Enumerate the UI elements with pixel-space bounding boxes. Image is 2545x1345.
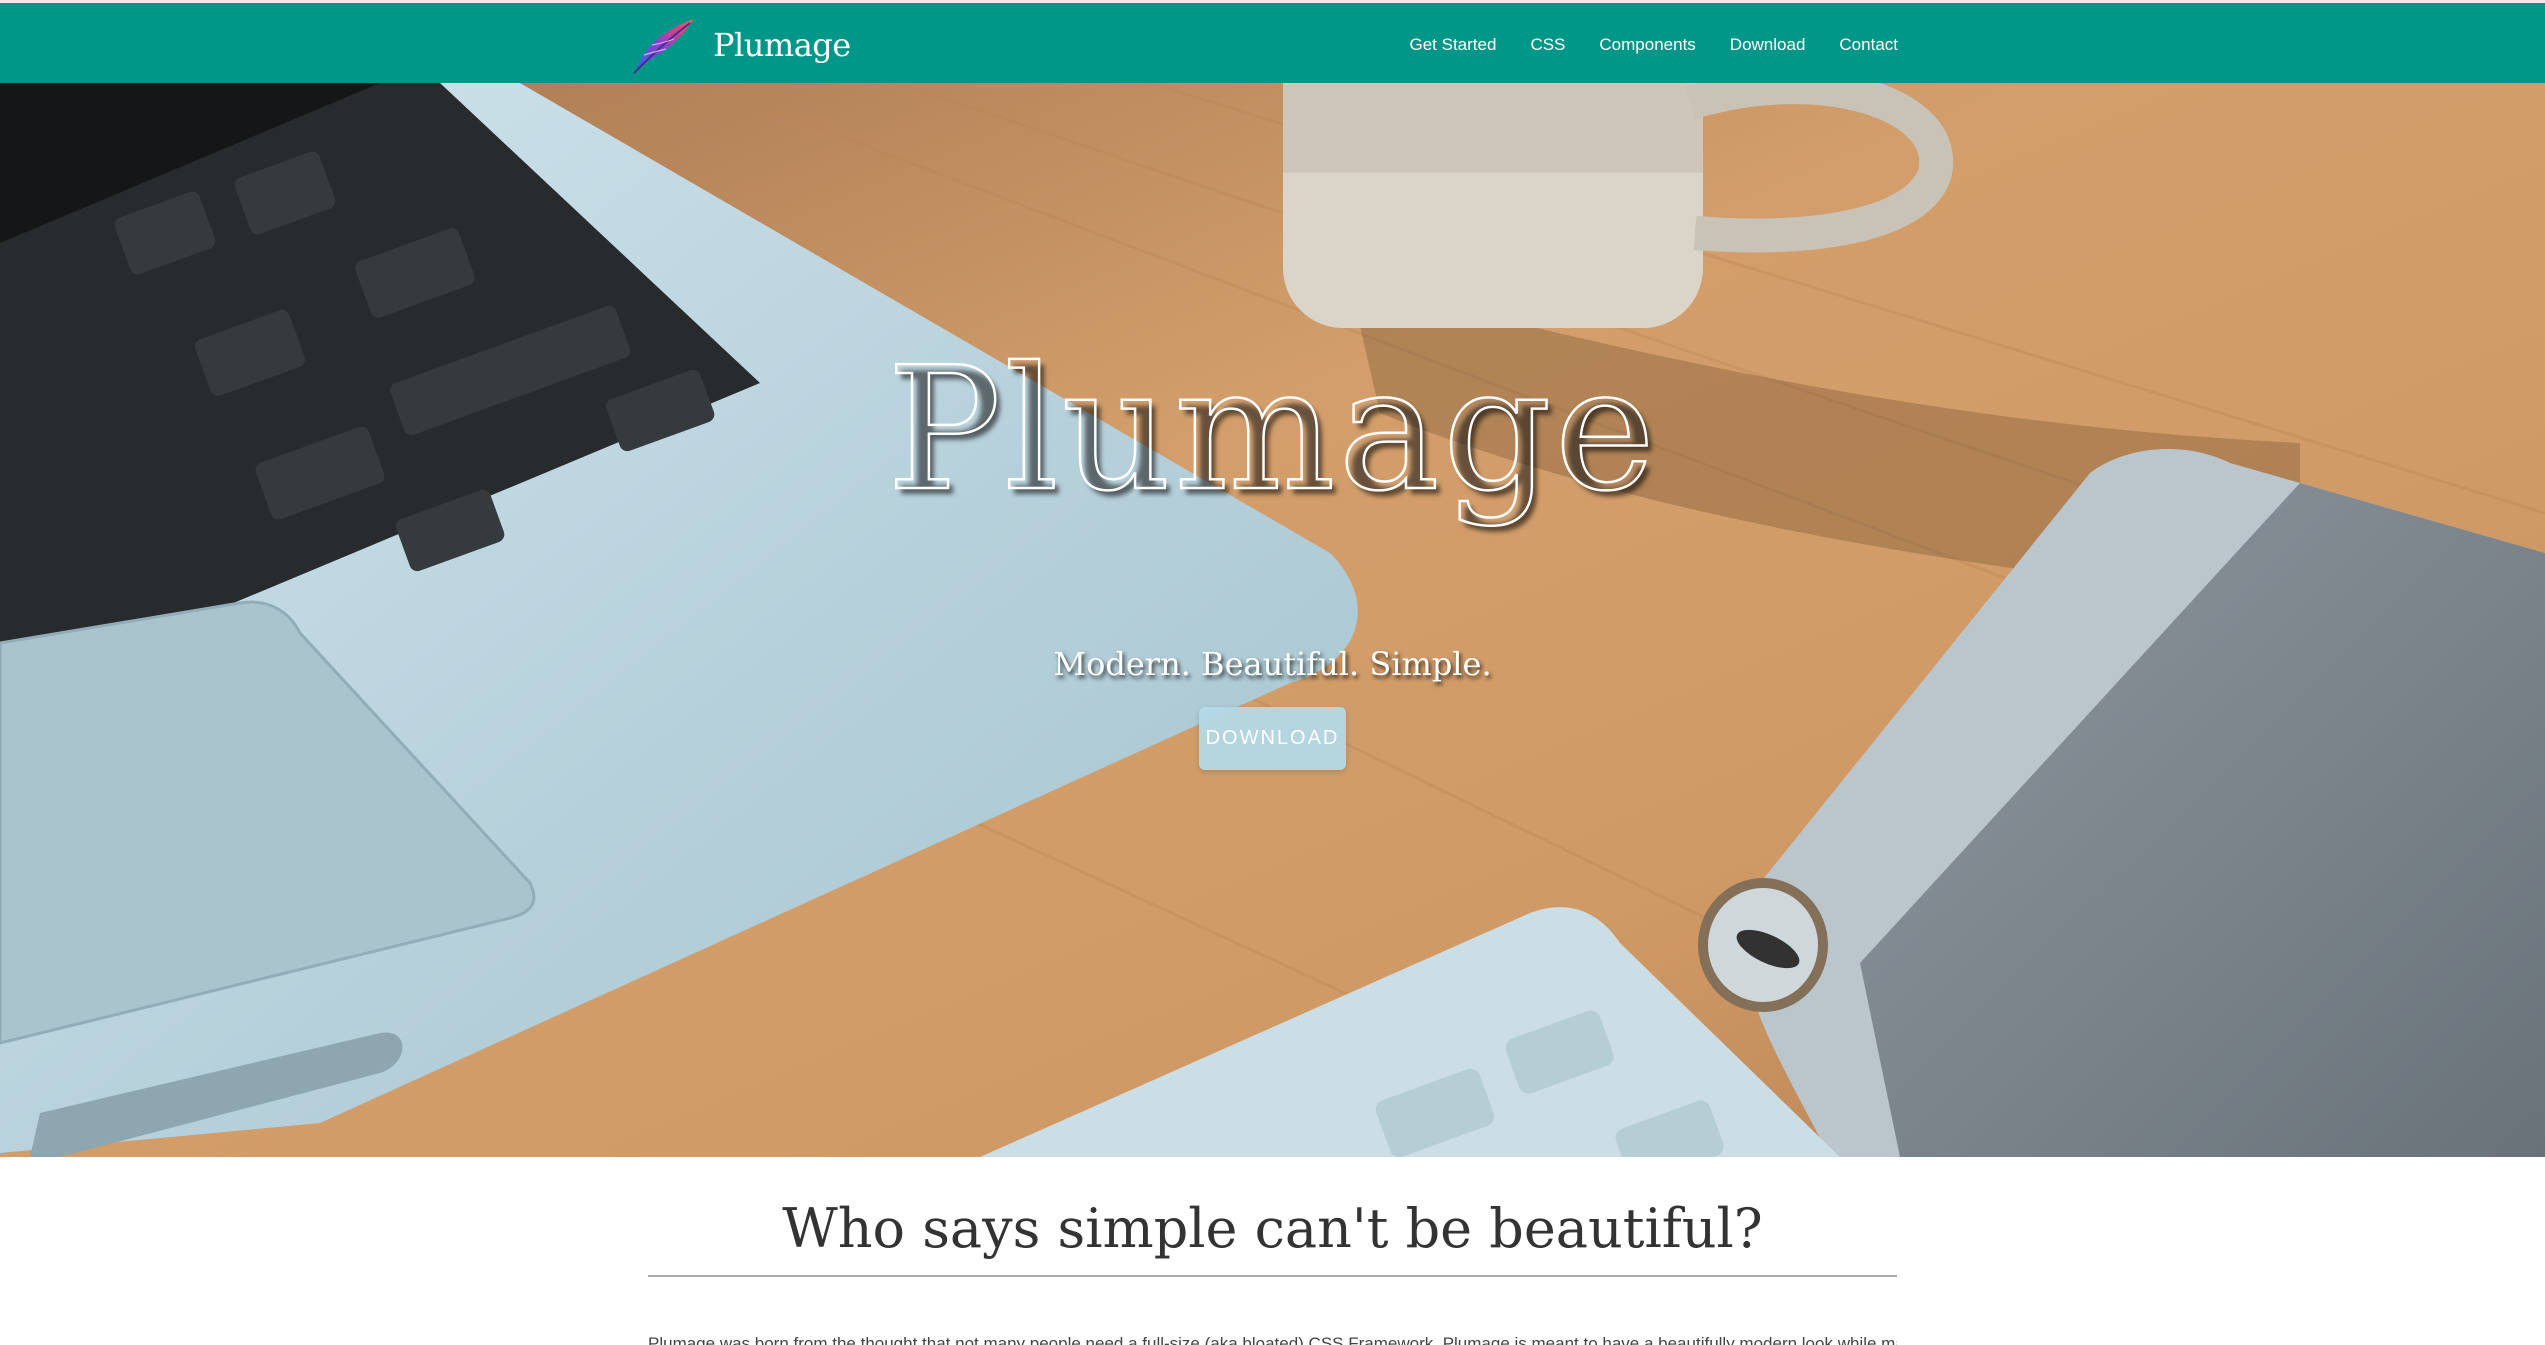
hero-section: Plumage Modern. Beautiful. Simple. Downl… [0, 83, 2545, 1157]
download-button[interactable]: Download [1199, 707, 1346, 770]
hero-tagline: Modern. Beautiful. Simple. [1053, 645, 1492, 683]
nav-get-started[interactable]: Get Started [1410, 35, 1497, 55]
nav-download[interactable]: Download [1730, 35, 1806, 55]
intro-section: Who says simple can't be beautiful? Plum… [0, 1157, 2545, 1345]
navbar: Plumage Get Started CSS Components Downl… [0, 0, 2545, 83]
brand-name: Plumage [713, 26, 851, 64]
hero-background-image [0, 83, 2545, 1157]
nav-css[interactable]: CSS [1530, 35, 1565, 55]
brand-link[interactable]: Plumage [630, 13, 851, 77]
section-divider [648, 1275, 1897, 1277]
section-heading: Who says simple can't be beautiful? [782, 1197, 1763, 1260]
main-nav: Get Started CSS Components Download Cont… [1410, 3, 1899, 86]
feather-logo-icon [633, 19, 694, 74]
nav-components[interactable]: Components [1599, 35, 1695, 55]
hero-title: Plumage [886, 331, 1659, 529]
intro-paragraph: Plumage was born from the thought that n… [648, 1334, 1897, 1345]
nav-contact[interactable]: Contact [1839, 35, 1898, 55]
